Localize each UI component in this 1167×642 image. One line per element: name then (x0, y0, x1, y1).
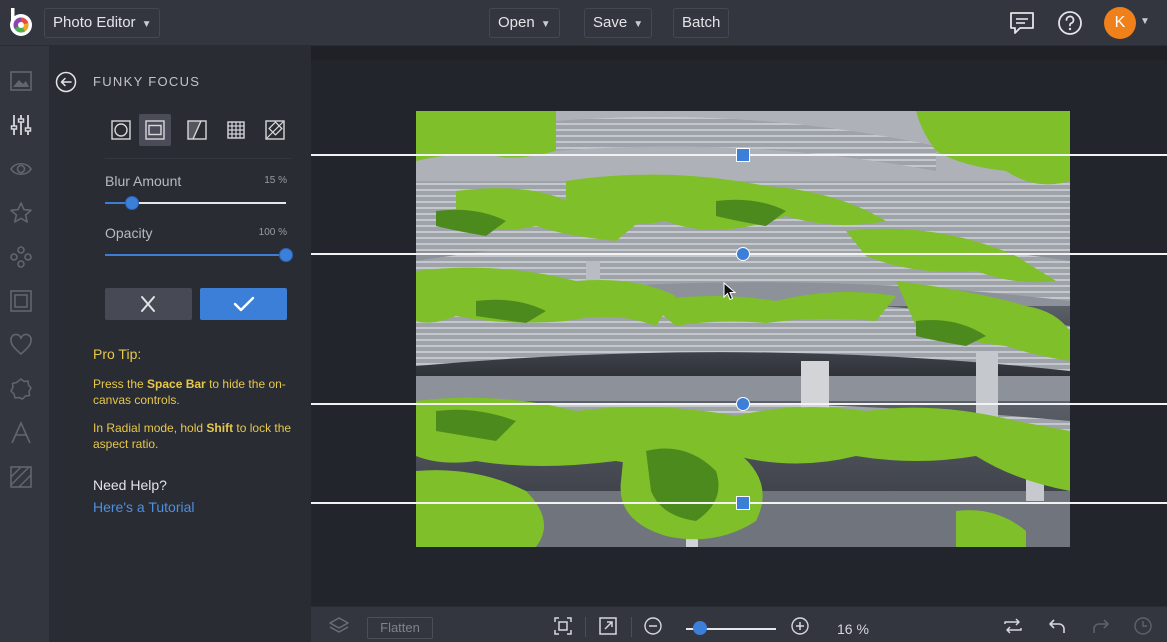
undo-icon[interactable] (1047, 616, 1067, 636)
blur-amount-slider[interactable] (105, 196, 286, 210)
feather-handle-bottom[interactable] (736, 496, 750, 510)
pro-tip-2-key: Shift (206, 421, 234, 435)
opacity-value: 100 % (258, 227, 287, 238)
grid-mode-button[interactable] (220, 114, 252, 146)
redo-icon[interactable] (1091, 616, 1111, 636)
panel-title: FUNKY FOCUS (93, 74, 201, 89)
expand-icon[interactable] (598, 616, 618, 636)
close-icon (141, 296, 155, 312)
canvas-top-strip (311, 46, 1167, 60)
chat-icon[interactable] (1008, 9, 1036, 37)
opacity-label: Opacity (105, 225, 153, 241)
photo-editor-menu-button[interactable]: Photo Editor ▼ (44, 8, 161, 38)
pro-tip-title: Pro Tip: (93, 346, 142, 362)
open-label: Open (498, 14, 535, 31)
badge-icon[interactable] (9, 377, 33, 401)
bottom-toolbar: Flatten 16 % (311, 606, 1167, 642)
left-tool-rail (0, 46, 50, 642)
adjust-icon[interactable] (9, 113, 33, 137)
open-button[interactable]: Open ▼ (489, 8, 560, 38)
flatten-button[interactable]: Flatten (367, 617, 433, 639)
blur-amount-label: Blur Amount (105, 173, 182, 189)
zoom-slider-thumb[interactable] (693, 621, 708, 635)
linear-mode-icon (145, 120, 165, 140)
batch-label: Batch (682, 14, 721, 31)
help-icon[interactable] (1056, 9, 1084, 37)
toolbar-divider (585, 617, 586, 637)
radial-mode-icon (111, 120, 131, 140)
batch-button[interactable]: Batch (673, 8, 730, 38)
eye-icon[interactable] (9, 157, 33, 181)
effects-icon[interactable] (9, 245, 33, 269)
blur-amount-thumb[interactable] (125, 196, 140, 210)
focus-handle-bottom[interactable] (736, 397, 750, 411)
texture-icon[interactable] (9, 465, 33, 489)
tilt-mode-button[interactable] (259, 114, 291, 146)
history-icon[interactable] (1133, 616, 1153, 636)
opacity-thumb[interactable] (279, 248, 293, 262)
split-mode-icon (187, 120, 207, 140)
zoom-in-icon[interactable] (790, 616, 810, 636)
panel-divider (105, 158, 291, 159)
feather-handle-top[interactable] (736, 148, 750, 162)
chevron-down-icon: ▼ (633, 19, 644, 30)
zoom-out-icon[interactable] (643, 616, 663, 636)
image-icon[interactable] (9, 69, 33, 93)
heart-icon[interactable] (9, 333, 33, 357)
save-button[interactable]: Save ▼ (584, 8, 653, 38)
mouse-cursor-icon (723, 282, 737, 301)
linear-mode-button[interactable] (139, 114, 171, 146)
tilt-mode-icon (265, 120, 285, 140)
radial-mode-button[interactable] (105, 114, 137, 146)
user-avatar[interactable]: K (1104, 7, 1136, 39)
checkmark-icon (233, 296, 255, 312)
chevron-down-icon[interactable]: ▼ (1140, 16, 1150, 27)
focus-handle-top[interactable] (736, 247, 750, 261)
top-bar: Photo Editor ▼ Open ▼ Save ▼ Batch K ▼ (0, 0, 1167, 46)
split-mode-button[interactable] (181, 114, 213, 146)
tutorial-link[interactable]: Here's a Tutorial (93, 499, 195, 515)
need-help-title: Need Help? (93, 477, 167, 493)
opacity-slider[interactable] (105, 248, 293, 262)
text-icon[interactable] (9, 421, 33, 445)
blur-amount-value: 15 % (264, 175, 287, 186)
zoom-level: 16 % (837, 621, 869, 637)
focus-mode-selector (105, 114, 292, 148)
photo-editor-app: Photo Editor ▼ Open ▼ Save ▼ Batch K ▼ F… (0, 0, 1167, 642)
pro-tip-2-pre: In Radial mode, hold (93, 421, 207, 435)
photo-editor-menu-label: Photo Editor (53, 14, 136, 31)
save-label: Save (593, 14, 628, 31)
pro-tip-1-key: Space Bar (147, 377, 206, 391)
editing-canvas[interactable] (311, 46, 1167, 606)
pro-tip-text-1: Press the Space Bar to hide the on-canva… (93, 376, 303, 408)
apply-button[interactable] (200, 288, 287, 320)
frame-icon[interactable] (9, 289, 33, 313)
back-arrow-icon[interactable] (55, 71, 77, 93)
layers-icon[interactable] (329, 616, 349, 636)
app-logo[interactable] (8, 8, 36, 38)
photo-image[interactable] (416, 111, 1070, 547)
chevron-down-icon: ▼ (540, 19, 551, 30)
star-icon[interactable] (9, 201, 33, 225)
fit-to-screen-icon[interactable] (553, 616, 573, 636)
chevron-down-icon: ▼ (141, 19, 152, 30)
cancel-button[interactable] (105, 288, 192, 320)
toolbar-divider (631, 617, 632, 637)
pro-tip-1-pre: Press the (93, 377, 148, 391)
swap-icon[interactable] (1003, 616, 1023, 636)
pro-tip-text-2: In Radial mode, hold Shift to lock the a… (93, 420, 303, 452)
funky-focus-panel: FUNKY FOCUS Blur Amount 15 % Opacity 100… (50, 46, 311, 642)
zoom-slider[interactable] (686, 621, 776, 635)
opacity-fill (105, 254, 286, 256)
grid-mode-icon (227, 121, 245, 139)
